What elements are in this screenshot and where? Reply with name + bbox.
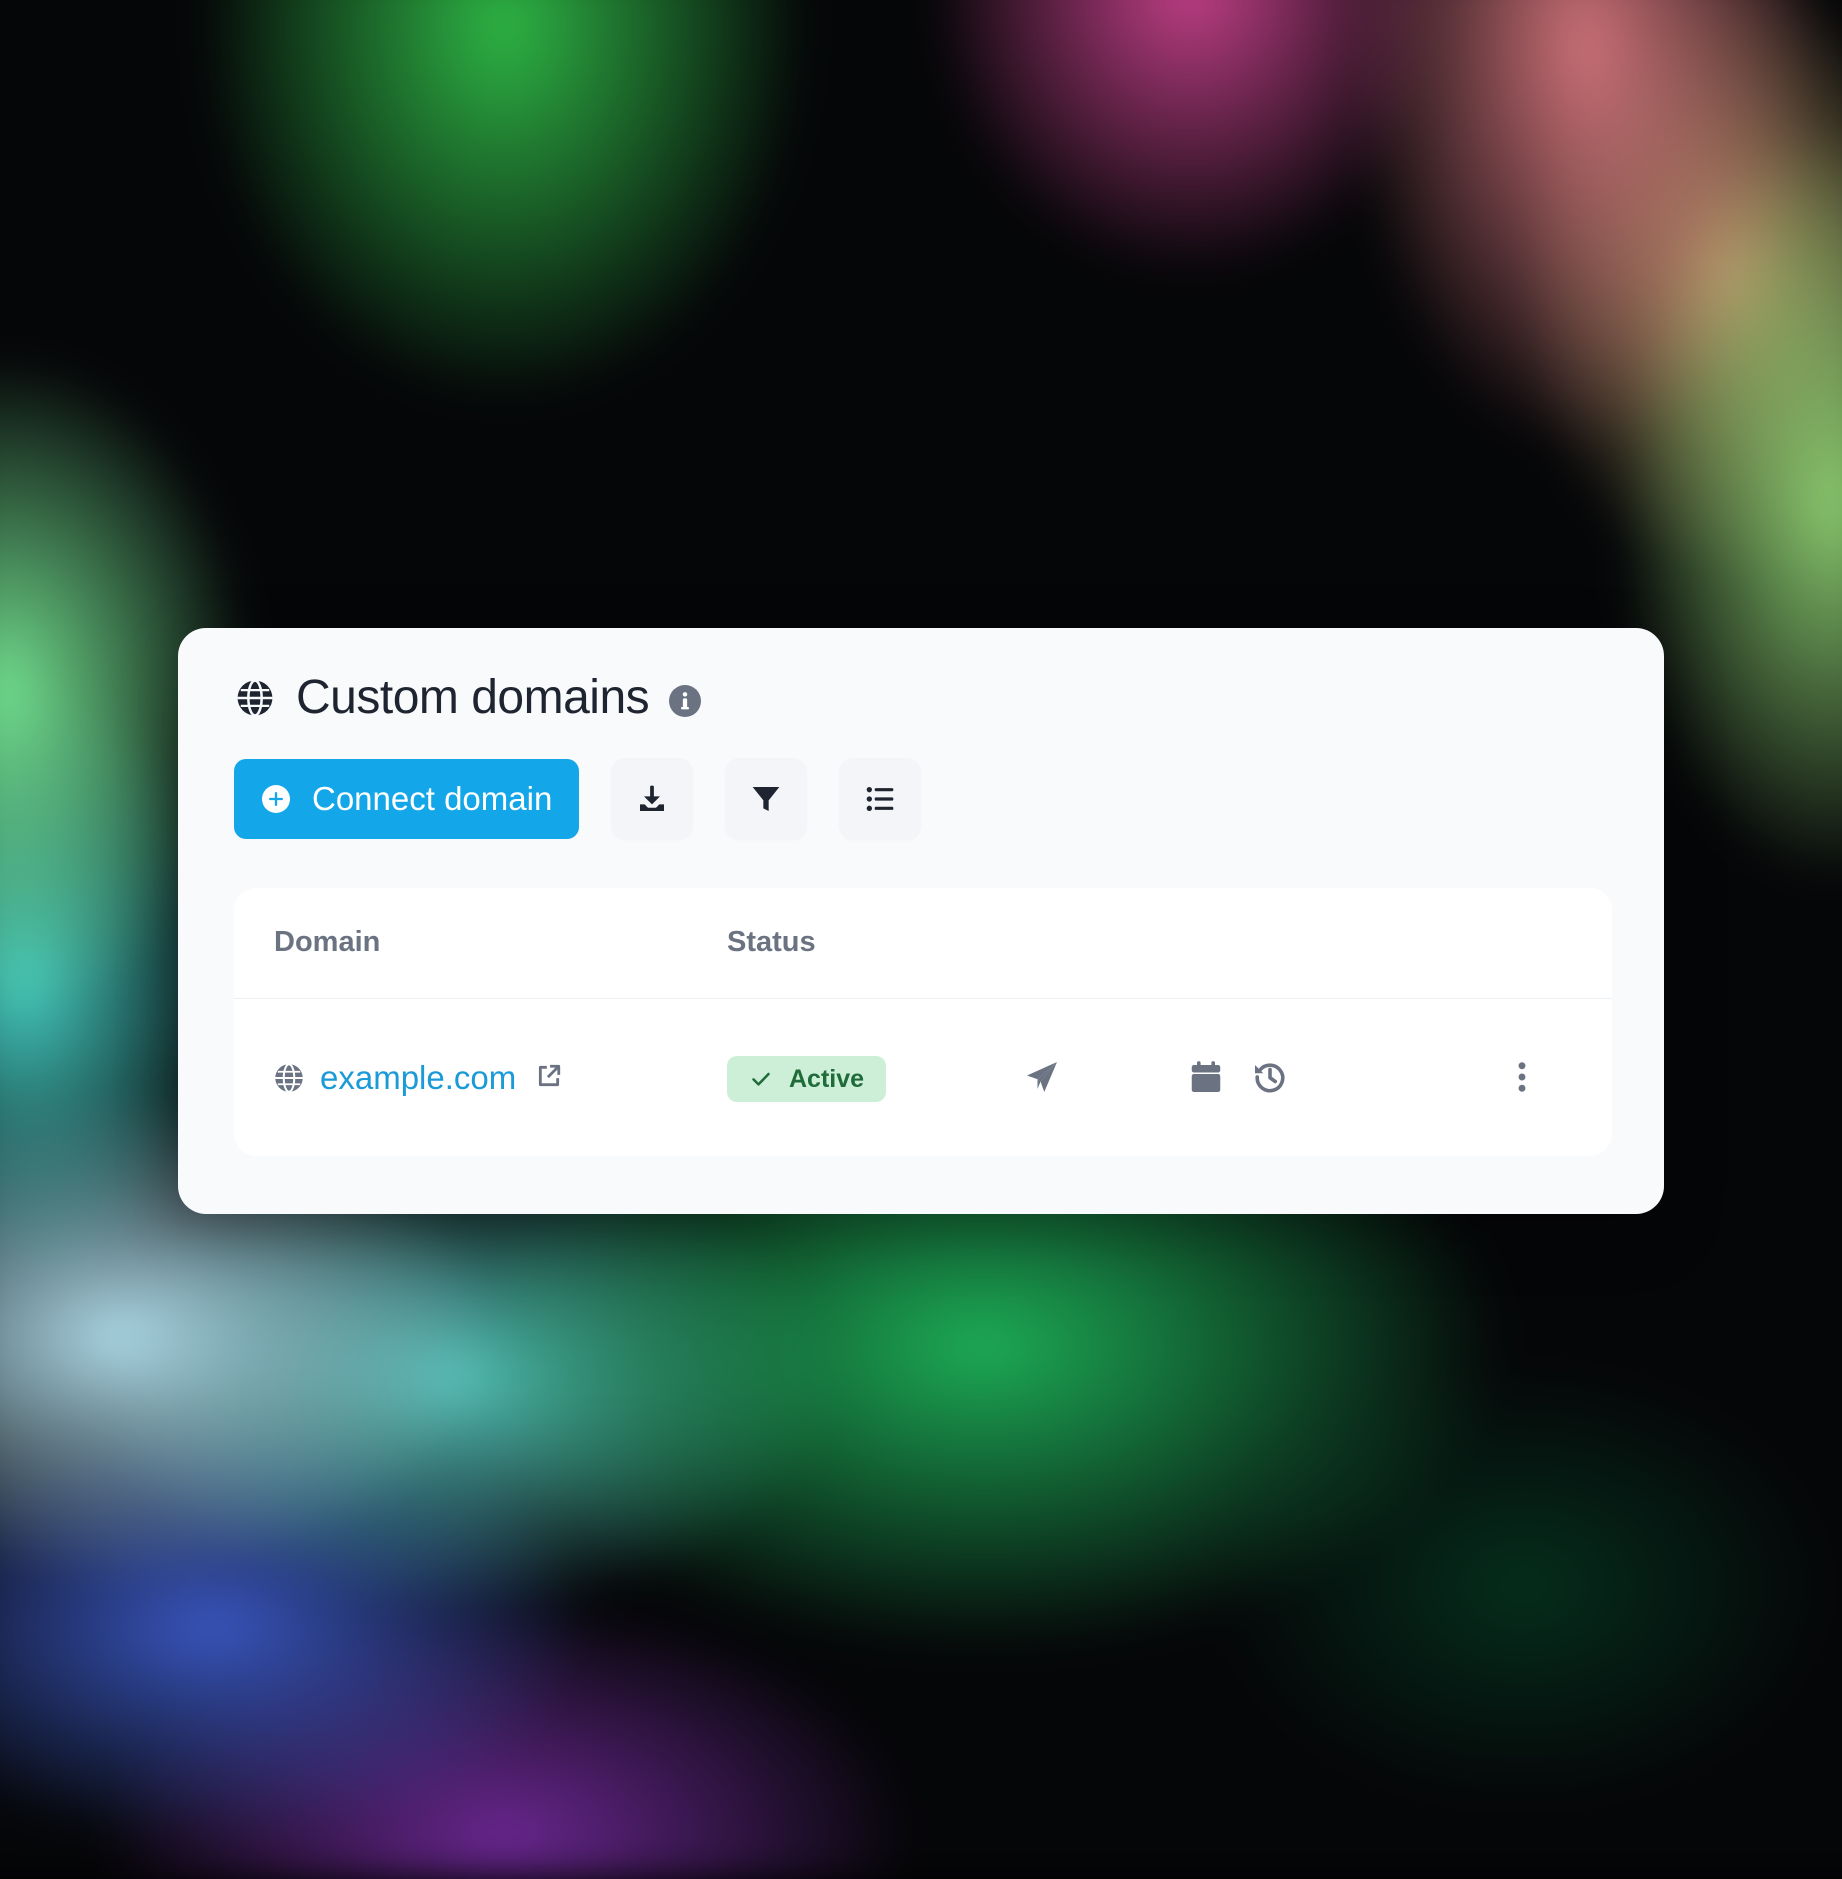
more-vertical-icon[interactable] <box>1504 1059 1540 1095</box>
toolbar: Connect domain <box>234 758 922 840</box>
calendar-icon[interactable] <box>1188 1059 1224 1095</box>
connect-domain-button[interactable]: Connect domain <box>234 759 580 839</box>
send-icon[interactable] <box>1024 1059 1060 1095</box>
download-button[interactable] <box>611 758 694 840</box>
globe-icon <box>275 1063 303 1093</box>
filter-icon <box>752 787 780 811</box>
table-row: example.com Active <box>234 999 1612 1156</box>
plus-circle-icon <box>262 785 290 813</box>
download-icon <box>640 785 665 811</box>
connect-domain-label: Connect domain <box>312 780 553 817</box>
column-header-domain[interactable]: Domain <box>274 926 380 959</box>
column-header-status[interactable]: Status <box>727 926 816 959</box>
external-link-icon[interactable] <box>536 1063 562 1089</box>
custom-domains-card: Custom domains Connect domain Domain Sta… <box>178 628 1664 1214</box>
table-header: Domain Status <box>234 888 1612 999</box>
list-view-button[interactable] <box>839 758 922 840</box>
list-icon <box>866 787 894 811</box>
history-icon[interactable] <box>1252 1059 1288 1095</box>
domain-cell: example.com <box>274 1059 562 1097</box>
info-icon[interactable] <box>669 684 702 717</box>
domains-table: Domain Status example.com Active <box>234 888 1612 1156</box>
domain-link[interactable]: example.com <box>320 1059 516 1097</box>
globe-icon <box>237 678 273 717</box>
filter-button[interactable] <box>725 758 808 840</box>
status-label: Active <box>789 1064 865 1093</box>
status-badge: Active <box>727 1056 887 1102</box>
check-icon <box>752 1072 770 1086</box>
page-title: Custom domains <box>296 671 650 724</box>
card-header: Custom domains <box>236 670 702 725</box>
